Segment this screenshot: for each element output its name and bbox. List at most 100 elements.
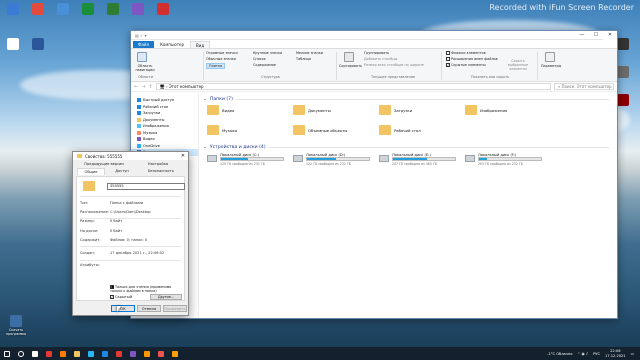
folder-item[interactable]: Загрузки xyxy=(379,105,412,115)
apply-button[interactable]: Применить xyxy=(163,305,187,312)
layout-medium-icons[interactable]: Обычные значки xyxy=(206,57,236,61)
drive-usage-bar xyxy=(478,157,542,161)
media-icon[interactable] xyxy=(154,347,168,360)
drives-section-header[interactable]: ⌄ Устройства и диски (4) xyxy=(201,145,617,150)
start-icon[interactable] xyxy=(0,347,14,360)
close-button[interactable]: ✕ xyxy=(603,30,617,40)
layout-small-icons[interactable]: Мелкие значки xyxy=(296,51,323,55)
folder-item[interactable]: Объемные объекты xyxy=(293,125,347,135)
drive-item[interactable]: Локальный диск (D:) 122 ГБ свободно из 23… xyxy=(293,153,373,167)
hidden-checkbox[interactable]: ✓ xyxy=(110,295,114,299)
layout-huge-icons[interactable]: Огромные значки xyxy=(206,51,238,55)
cancel-button[interactable]: Отмена xyxy=(137,305,161,312)
vlc-icon-glyph xyxy=(144,350,150,357)
file-extensions-checkbox[interactable] xyxy=(446,57,450,61)
search-input[interactable]: ⌕ Поиск: Этот компьютер xyxy=(554,83,614,90)
nav-pane-icon xyxy=(137,52,147,62)
viber-icon[interactable] xyxy=(126,347,140,360)
drive-usage-bar xyxy=(392,157,456,161)
tab-view[interactable]: Вид xyxy=(190,41,211,48)
tab-file[interactable]: Файл xyxy=(133,41,155,48)
folder-item[interactable]: Видео xyxy=(207,105,234,115)
size-columns-button[interactable]: Размер всех столбцов по ширине xyxy=(364,63,424,67)
desktop-icon[interactable]: Скачать программы xyxy=(2,315,30,336)
layout-tiles[interactable]: Плитка xyxy=(206,63,226,69)
nav-item-icon xyxy=(137,143,141,148)
desktop-icon[interactable] xyxy=(102,3,124,17)
maximize-button[interactable]: ☐ xyxy=(589,31,603,40)
recorder-icon[interactable] xyxy=(42,347,56,360)
folder-item[interactable]: Рабочий стол xyxy=(379,125,421,135)
desktop-icon[interactable] xyxy=(77,3,99,17)
drive-item[interactable]: Локальный диск (F:) 203 ГБ свободно из 23… xyxy=(465,153,545,167)
edge-icon-glyph xyxy=(102,350,108,357)
back-icon[interactable]: ← xyxy=(134,84,138,90)
clock[interactable]: 22:06 17.12.2021 xyxy=(605,349,626,358)
ok-button[interactable]: ОК xyxy=(111,305,135,312)
quick-access-toolbar-icon[interactable]: ▤ ✓ ▾ xyxy=(135,33,147,38)
forward-icon[interactable]: → xyxy=(141,84,145,90)
property-value: 0 байт xyxy=(110,219,123,223)
desktop-icon[interactable] xyxy=(27,3,49,17)
property-label: Размер: xyxy=(80,219,95,223)
sort-button[interactable]: Сортировать xyxy=(339,64,362,68)
tab-computer[interactable]: Компьютер xyxy=(155,41,189,48)
desktop-icon[interactable] xyxy=(2,38,24,52)
desktop-icon[interactable] xyxy=(152,3,174,17)
group-by-button[interactable]: Группировать xyxy=(364,51,389,55)
drive-item[interactable]: Локальный диск (C:) 129 ГБ свободно из 23… xyxy=(207,153,287,167)
tab-sharing[interactable]: Доступ xyxy=(107,168,137,175)
desktop-icon[interactable] xyxy=(127,3,149,17)
tab-general[interactable]: Общие xyxy=(77,168,105,175)
layout-list[interactable]: Список xyxy=(253,57,266,61)
up-icon[interactable]: ↑ xyxy=(148,84,152,90)
edge-icon[interactable] xyxy=(98,347,112,360)
drive-item[interactable]: Локальный диск (E:) 207 ГБ свободно из 46… xyxy=(379,153,459,167)
folder-item[interactable]: Документы xyxy=(293,105,331,115)
drive-icon xyxy=(379,155,389,162)
folder-item[interactable]: Музыка xyxy=(207,125,237,135)
options-button[interactable]: Параметры xyxy=(541,64,561,68)
explorer-icon-glyph xyxy=(74,350,80,357)
app-icon[interactable] xyxy=(168,347,182,360)
nav-pane-button[interactable]: Область навигации xyxy=(134,64,156,72)
tray-icons[interactable]: ⌃ ◉ ♪ xyxy=(577,352,588,356)
tab-customize[interactable]: Настройка xyxy=(133,161,183,168)
folder-item[interactable]: Изображения xyxy=(465,105,507,115)
desktop-app-icon xyxy=(10,315,22,327)
address-path[interactable]: 🖥 › Этот компьютер xyxy=(155,83,551,90)
add-columns-button[interactable]: Добавить столбцы xyxy=(364,57,397,61)
taskview-icon[interactable] xyxy=(28,347,42,360)
close-icon[interactable]: ✕ xyxy=(178,153,188,159)
firefox-icon[interactable] xyxy=(56,347,70,360)
item-checkboxes-checkbox[interactable] xyxy=(446,51,450,55)
folders-section-header[interactable]: ⌄ Папки (7) xyxy=(201,97,617,102)
desktop-icon[interactable] xyxy=(52,3,74,17)
tab-security[interactable]: Безопасность xyxy=(139,168,183,175)
readonly-row: ■Только для чтения (применимо только к ф… xyxy=(110,285,184,293)
browser-icon[interactable] xyxy=(84,347,98,360)
weather-widget[interactable]: -1°C Облачно xyxy=(547,352,572,356)
hidden-items-checkbox[interactable]: ✓ xyxy=(446,63,450,67)
folder-label: Рабочий стол xyxy=(394,127,421,133)
hide-selected-button[interactable]: Скрыть выбранные элементы xyxy=(503,59,533,71)
chrome-icon[interactable] xyxy=(112,347,126,360)
notifications-icon[interactable]: ▭ xyxy=(631,352,634,356)
minimize-button[interactable]: — xyxy=(575,31,589,40)
explorer-icon[interactable] xyxy=(70,347,84,360)
language-indicator[interactable]: РУС xyxy=(593,352,600,356)
drives-header-text: Устройства и диски (4) xyxy=(209,145,266,150)
layout-content[interactable]: Содержимое xyxy=(253,63,276,67)
folder-name-input[interactable]: 555555 xyxy=(107,183,185,190)
layout-large-icons[interactable]: Крупные значки xyxy=(253,51,282,55)
layout-details[interactable]: Таблица xyxy=(296,57,311,61)
tab-previous-versions[interactable]: Предыдущие версии xyxy=(77,161,131,168)
property-label: Тип: xyxy=(80,201,89,205)
search-icon[interactable] xyxy=(14,347,28,360)
advanced-button[interactable]: Другие... xyxy=(150,294,182,300)
desktop-icon[interactable] xyxy=(2,3,24,17)
file-explorer-window: ▤ ✓ ▾ — ☐ ✕ Файл Компьютер Вид Область н… xyxy=(130,30,618,319)
desktop-icon[interactable] xyxy=(27,38,49,52)
vlc-icon[interactable] xyxy=(140,347,154,360)
nav-item-icon xyxy=(137,104,141,109)
